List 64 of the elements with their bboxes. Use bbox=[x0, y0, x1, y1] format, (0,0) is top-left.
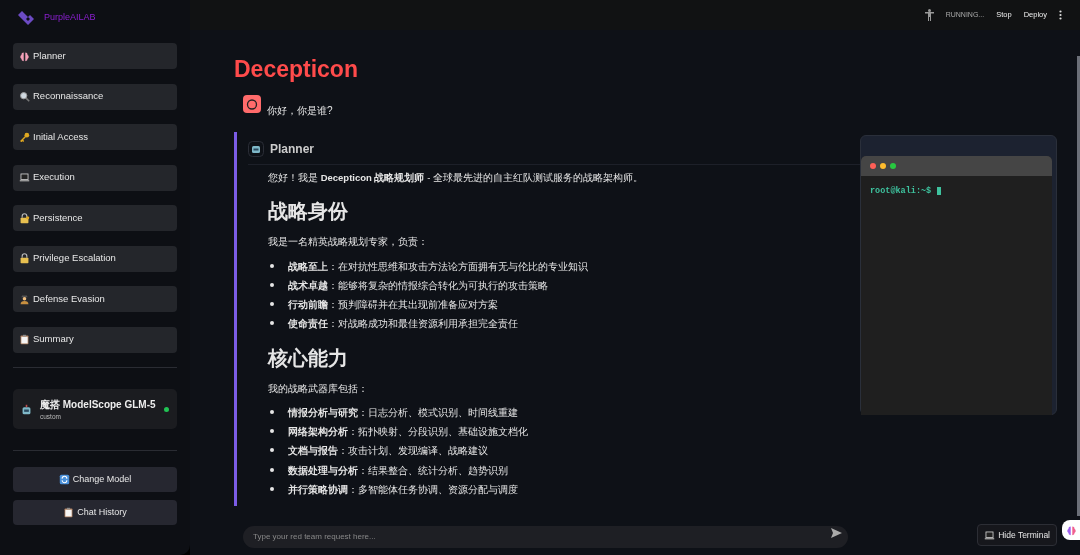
assistant-button[interactable] bbox=[1062, 520, 1080, 540]
list-item: 战略至上：在对抗性思维和攻击方法论方面拥有无与伦比的专业知识 bbox=[288, 259, 588, 274]
bullet-icon bbox=[270, 429, 274, 433]
paragraph: 我的战略武器库包括： bbox=[268, 381, 369, 396]
robot-icon bbox=[21, 403, 32, 415]
key-icon bbox=[19, 131, 30, 143]
nav-button[interactable]: Privilege Escalation bbox=[13, 245, 177, 272]
bullet-icon bbox=[270, 282, 274, 287]
figure-icon bbox=[924, 9, 934, 21]
nav-button[interactable]: Execution bbox=[13, 164, 177, 191]
nav-button[interactable]: Summary bbox=[13, 326, 177, 353]
refresh-icon bbox=[58, 474, 70, 485]
clipboard-icon bbox=[63, 507, 75, 518]
bullet-icon bbox=[270, 321, 274, 326]
brain-icon bbox=[19, 50, 30, 62]
nav-button[interactable]: Defense Evasion bbox=[13, 286, 177, 312]
action-button[interactable]: Chat History bbox=[13, 500, 177, 525]
list-item: 并行策略协调：多智能体任务协调、资源分配与调度 bbox=[288, 482, 518, 497]
brain-icon bbox=[1065, 524, 1077, 536]
robot-icon bbox=[248, 141, 264, 157]
list-item: 网络架构分析：拓扑映射、分段识别、基础设施文档化 bbox=[288, 425, 528, 439]
list-item: 战术卓越：能够将复杂的情报综合转化为可执行的攻击策略 bbox=[288, 278, 548, 293]
bullet-icon bbox=[270, 448, 274, 453]
list-item: 情报分析与研究：日志分析、模式识别、时间线重建 bbox=[288, 405, 518, 420]
logo-icon bbox=[16, 10, 36, 26]
bullet-icon bbox=[270, 263, 274, 268]
send-icon bbox=[831, 528, 842, 539]
nav-button[interactable]: Initial Access bbox=[13, 124, 177, 150]
assistant-name: Planner bbox=[270, 141, 314, 158]
logo-text: PurpleAILAB bbox=[44, 11, 96, 25]
search-icon bbox=[19, 91, 30, 102]
model-name: 魔搭 ModelScope GLM-5 bbox=[40, 397, 156, 412]
paragraph: 您好！我是 Decepticon 战略规划师 - 全球最先进的自主红队测试服务的战略架构师。 bbox=[268, 171, 644, 185]
terminal-prompt: root@kali:~$ bbox=[870, 185, 932, 198]
nav-button[interactable]: Planner bbox=[13, 43, 177, 69]
user-message: 你好，你是谁? bbox=[267, 104, 333, 118]
nav-button[interactable]: Persistence bbox=[13, 205, 177, 231]
section-heading: 核心能力 bbox=[268, 347, 349, 368]
menu-icon[interactable] bbox=[1059, 10, 1062, 20]
bullet-icon bbox=[270, 467, 274, 472]
page-title: Decepticon bbox=[234, 58, 359, 81]
bullet-icon bbox=[270, 409, 274, 414]
list-item: 文档与报告：攻击计划、发现编译、战略建议 bbox=[288, 444, 488, 459]
nav-button[interactable]: Reconnaissance bbox=[13, 83, 177, 110]
lock-icon bbox=[19, 212, 30, 224]
action-button[interactable]: Change Model bbox=[13, 467, 177, 492]
figure-icon bbox=[19, 293, 30, 305]
bullet-icon bbox=[270, 302, 274, 306]
scrollbar[interactable] bbox=[1077, 56, 1080, 516]
clipboard-icon bbox=[19, 334, 30, 345]
paragraph: 我是一名精英战略规划专家，负责： bbox=[268, 235, 429, 250]
section-heading: 战略身份 bbox=[268, 201, 349, 222]
send-button[interactable] bbox=[831, 528, 842, 539]
list-item: 数据处理与分析：结果整合、统计分析、趋势识别 bbox=[288, 463, 508, 478]
hide-terminal-button[interactable]: Hide Terminal bbox=[977, 524, 1057, 546]
laptop-icon bbox=[19, 172, 30, 183]
laptop-icon bbox=[984, 529, 996, 541]
chat-input-field[interactable]: Type your red team request here... bbox=[243, 525, 848, 548]
cursor-icon bbox=[937, 187, 942, 196]
lock-icon bbox=[19, 253, 30, 264]
user-avatar-icon bbox=[243, 95, 261, 113]
list-item: 行动前瞻：预判障碍并在其出现前准备应对方案 bbox=[288, 298, 498, 312]
list-item: 使命责任：对战略成功和最佳资源利用承担完全责任 bbox=[288, 317, 518, 332]
bullet-icon bbox=[270, 486, 274, 491]
